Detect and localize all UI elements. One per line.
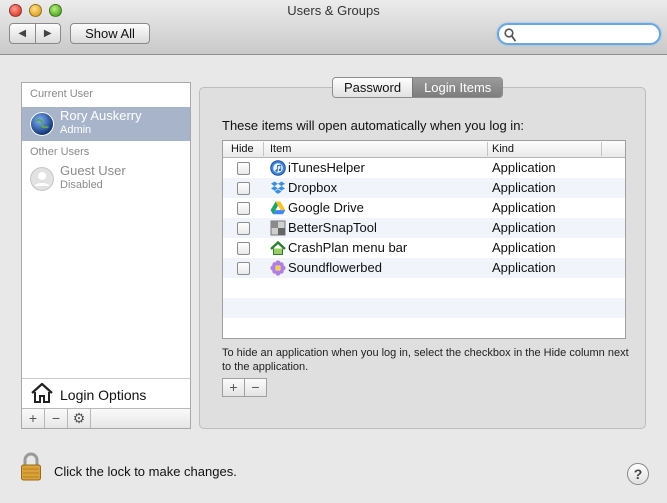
window-title: Users & Groups xyxy=(287,3,380,18)
lock-message: Click the lock to make changes. xyxy=(54,464,237,479)
table-header: Hide Item Kind xyxy=(223,141,625,158)
remove-user-button[interactable]: − xyxy=(45,409,68,428)
table-row[interactable]: Google Drive Application xyxy=(223,198,625,218)
column-hide[interactable]: Hide xyxy=(231,143,254,155)
tab-password[interactable]: Password xyxy=(333,78,413,97)
column-separator xyxy=(263,142,264,156)
tab-login-items[interactable]: Login Items xyxy=(412,78,503,97)
forward-button[interactable]: ▶ xyxy=(34,24,61,43)
hide-checkbox[interactable] xyxy=(237,262,250,275)
table-row[interactable]: CrashPlan menu bar Application xyxy=(223,238,625,258)
guest-silhouette-icon xyxy=(30,167,54,191)
item-kind: Application xyxy=(492,200,556,215)
soundflowerbed-icon xyxy=(270,260,286,276)
table-row[interactable]: BetterSnapTool Application xyxy=(223,218,625,238)
user-row-guest[interactable]: Guest User Disabled xyxy=(22,162,190,196)
item-name: Soundflowerbed xyxy=(288,260,382,275)
current-user-header: Current User xyxy=(30,88,93,100)
google-drive-icon xyxy=(270,201,286,215)
item-name: BetterSnapTool xyxy=(288,220,377,235)
current-user-role: Admin xyxy=(60,124,92,136)
search-input[interactable] xyxy=(519,27,655,42)
hide-checkbox[interactable] xyxy=(237,222,250,235)
add-user-button[interactable]: + xyxy=(22,409,45,428)
users-sidebar: Current User Rory Auskerry Admin Other U… xyxy=(21,82,191,429)
back-button[interactable]: ◀ xyxy=(10,24,35,43)
login-options-item[interactable]: Login Options xyxy=(22,378,190,408)
forward-arrow-icon: ▶ xyxy=(43,28,52,39)
nav-back-forward: ◀ ▶ xyxy=(9,23,61,44)
user-row-current[interactable]: Rory Auskerry Admin xyxy=(22,107,190,141)
hide-hint-text: To hide an application when you log in, … xyxy=(222,347,629,373)
hide-checkbox[interactable] xyxy=(237,182,250,195)
item-kind: Application xyxy=(492,220,556,235)
item-name: CrashPlan menu bar xyxy=(288,240,408,255)
search-icon xyxy=(504,28,516,42)
back-arrow-icon: ◀ xyxy=(18,28,27,39)
empty-row xyxy=(223,318,625,338)
home-icon xyxy=(31,382,53,403)
show-all-button[interactable]: Show All xyxy=(70,23,150,44)
sidebar-toolbar: + − ⚙ xyxy=(22,408,190,428)
hide-checkbox[interactable] xyxy=(237,242,250,255)
hide-checkbox[interactable] xyxy=(237,202,250,215)
other-users-header: Other Users xyxy=(30,146,90,158)
remove-login-item-button[interactable]: − xyxy=(244,379,266,396)
globe-avatar-icon xyxy=(30,112,54,136)
search-field[interactable] xyxy=(497,23,661,45)
login-items-add-remove: + − xyxy=(222,378,267,397)
add-login-item-button[interactable]: + xyxy=(223,379,244,396)
hide-checkbox[interactable] xyxy=(237,162,250,175)
column-separator xyxy=(601,142,602,156)
item-kind: Application xyxy=(492,260,556,275)
bettersnaptool-icon xyxy=(270,220,286,236)
item-name: Dropbox xyxy=(288,180,338,195)
guest-user-name: Guest User xyxy=(60,163,126,178)
item-name: Google Drive xyxy=(288,200,364,215)
tab-bar: Password Login Items xyxy=(332,77,504,98)
column-item[interactable]: Item xyxy=(270,143,291,155)
item-kind: Application xyxy=(492,160,556,175)
item-kind: Application xyxy=(492,180,556,195)
login-items-intro: These items will open automatically when… xyxy=(222,118,525,133)
table-row[interactable]: iTunesHelper Application xyxy=(223,158,625,178)
column-kind[interactable]: Kind xyxy=(492,143,514,155)
table-row[interactable]: Dropbox Application xyxy=(223,178,625,198)
login-items-table: Hide Item Kind iTunesHelper Application … xyxy=(222,140,626,339)
help-button[interactable]: ? xyxy=(627,463,649,485)
current-user-name: Rory Auskerry xyxy=(60,108,142,123)
title-bar: Users & Groups ◀ ▶ Show All xyxy=(0,0,667,55)
itunes-icon xyxy=(270,160,286,176)
column-separator xyxy=(487,142,488,156)
empty-row xyxy=(223,298,625,318)
gear-icon[interactable]: ⚙ xyxy=(68,409,91,428)
crashplan-icon xyxy=(270,240,286,255)
dropbox-icon xyxy=(271,181,285,194)
lock-icon[interactable] xyxy=(20,452,42,482)
item-kind: Application xyxy=(492,240,556,255)
guest-user-role: Disabled xyxy=(60,179,103,191)
login-options-label: Login Options xyxy=(60,387,147,403)
item-name: iTunesHelper xyxy=(288,160,365,175)
empty-row xyxy=(223,278,625,298)
table-row[interactable]: Soundflowerbed Application xyxy=(223,258,625,278)
